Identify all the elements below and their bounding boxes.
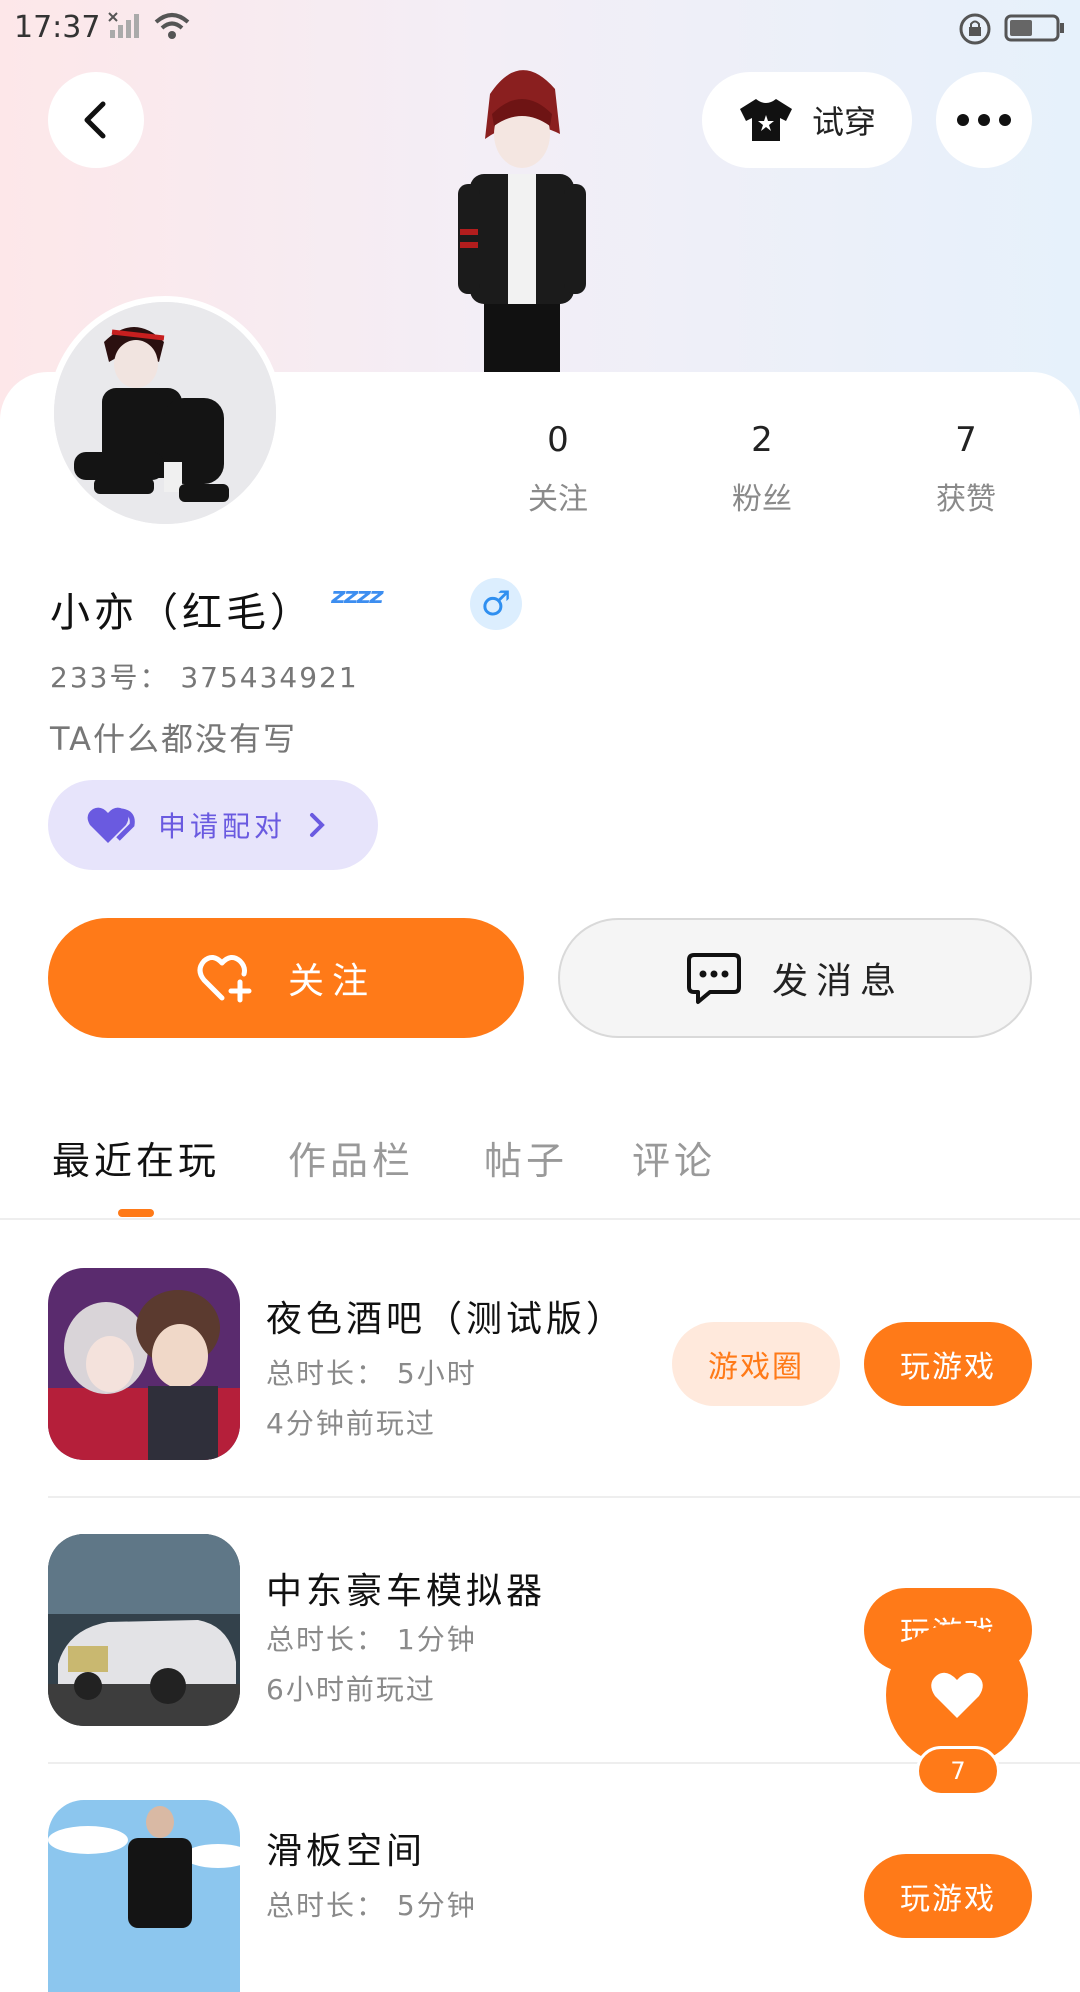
tab-posts[interactable]: 帖子 [484,1130,568,1185]
game-title: 滑板空间 [266,1831,427,1872]
floating-like-button[interactable] [886,1624,1028,1766]
message-label: 发消息 [771,961,904,1002]
heart-pair-icon [87,807,135,843]
follow-label: 关注 [287,961,376,1002]
stat-value: 2 [751,420,773,460]
pair-label: 申请配对 [158,810,287,843]
list-item[interactable]: 滑板空间 总时长： 5分钟 玩游戏 [0,1800,1080,1992]
battery-icon [1004,14,1064,42]
pair-request-button[interactable]: 申请配对 [48,780,378,870]
game-title: 中东豪车模拟器 [266,1571,547,1612]
user-name: 小亦（红毛） [50,590,314,636]
stat-likes[interactable]: 7 获赞 [896,420,1036,518]
list-divider [48,1496,1080,1498]
chevron-right-icon [310,813,325,837]
wifi-icon [154,13,190,39]
gender-male-icon: ♂ [470,578,522,630]
try-on-button[interactable]: 试穿 [702,72,912,168]
active-tab-indicator [118,1209,154,1217]
shirt-icon [739,99,792,141]
game-duration: 总时长： 5小时 [266,1357,477,1390]
game-title: 夜色酒吧（测试版） [266,1299,627,1340]
character-avatar-image [430,54,610,378]
stat-following[interactable]: 0 关注 [488,420,628,518]
more-button[interactable] [936,72,1032,168]
try-on-label: 试穿 [811,103,876,141]
user-bio: TA什么都没有写 [50,720,297,758]
stat-label: 获赞 [936,482,996,517]
status-time: 17:37 [14,10,101,45]
game-circle-button[interactable]: 游戏圈 [672,1322,840,1406]
send-message-button[interactable]: 发消息 [558,918,1032,1038]
follow-button[interactable]: 关注 [48,918,524,1038]
stat-label: 粉丝 [732,482,792,517]
game-last-played: 6小时前玩过 [266,1673,436,1706]
list-item[interactable]: 夜色酒吧（测试版） 总时长： 5小时 4分钟前玩过 游戏圈 玩游戏 [0,1268,1080,1468]
stat-followers[interactable]: 2 粉丝 [692,420,832,518]
chevron-left-icon [84,101,106,139]
tab-comments[interactable]: 评论 [632,1130,716,1185]
rotation-lock-icon [959,13,991,45]
heart-plus-icon [197,955,252,1003]
chat-bubble-icon [686,953,741,1004]
user-id: 233号： 375434921 [50,661,359,694]
like-count-badge: 7 [916,1746,1000,1796]
heart-icon [931,1672,983,1718]
status-bar: 17:37 [0,0,1080,56]
game-duration: 总时长： 5分钟 [266,1889,477,1922]
game-icon-luxury-car [48,1534,240,1726]
signal-icon [108,12,139,38]
stat-value: 7 [955,420,977,460]
more-dots-icon [957,114,1011,126]
game-icon-night-bar [48,1268,240,1460]
tab-recent-games[interactable]: 最近在玩 [52,1130,220,1185]
play-game-button[interactable]: 玩游戏 [864,1854,1032,1938]
avatar[interactable] [48,296,282,530]
profile-tabs: 最近在玩 作品栏 帖子 评论 [0,1118,1080,1220]
game-last-played: 4分钟前玩过 [266,1407,436,1440]
tab-works[interactable]: 作品栏 [288,1130,414,1185]
game-icon-skate-space [48,1800,240,1992]
sleeping-zzz-icon: ᶻᶻᶻᶻ [330,580,385,626]
play-game-button[interactable]: 玩游戏 [864,1322,1032,1406]
stat-value: 0 [547,420,569,460]
game-duration: 总时长： 1分钟 [266,1623,477,1656]
back-button[interactable] [48,72,144,168]
stat-label: 关注 [528,482,588,517]
